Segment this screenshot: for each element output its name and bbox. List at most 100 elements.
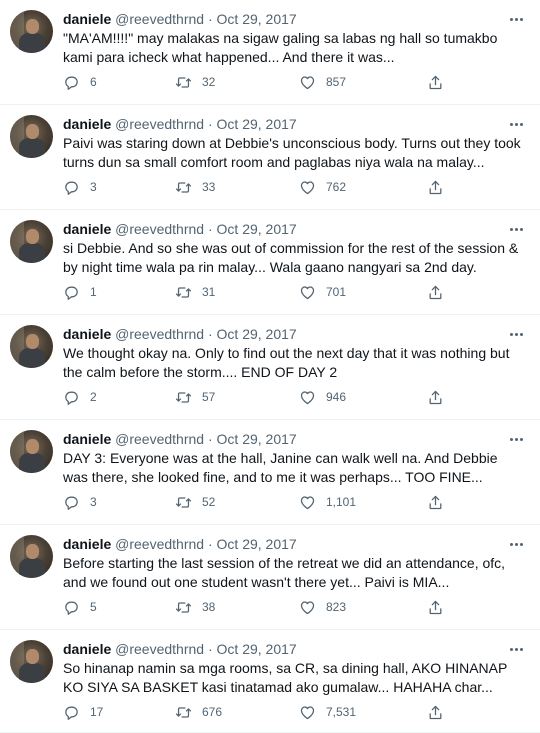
tweet-date[interactable]: Oct 29, 2017 <box>217 536 297 552</box>
heart-icon <box>300 285 315 299</box>
avatar[interactable] <box>10 220 53 263</box>
display-name[interactable]: daniele <box>63 641 111 657</box>
retweet-count: 676 <box>202 705 223 719</box>
tweet[interactable]: daniele @reevedthrnd · Oct 29, 2017 So h… <box>0 630 540 733</box>
reply-button[interactable]: 2 <box>63 388 97 406</box>
tweet[interactable]: daniele @reevedthrnd · Oct 29, 2017 si D… <box>0 210 540 315</box>
share-button[interactable] <box>427 493 444 511</box>
like-button[interactable]: 1,101 <box>299 493 356 511</box>
like-button[interactable]: 946 <box>299 388 346 406</box>
display-name[interactable]: daniele <box>63 536 111 552</box>
tweet[interactable]: daniele @reevedthrnd · Oct 29, 2017 Befo… <box>0 525 540 630</box>
share-icon <box>429 180 442 194</box>
tweet-actions: 6 32 857 <box>63 73 526 91</box>
more-icon[interactable] <box>506 640 526 658</box>
reply-count: 1 <box>90 285 97 299</box>
like-count: 701 <box>326 285 347 299</box>
tweet-text: So hinanap namin sa mga rooms, sa CR, sa… <box>63 660 508 695</box>
retweet-button[interactable]: 57 <box>175 388 215 406</box>
avatar[interactable] <box>10 10 53 53</box>
reply-icon <box>65 391 78 405</box>
share-button[interactable] <box>427 598 444 616</box>
more-icon[interactable] <box>506 430 526 448</box>
avatar[interactable] <box>10 535 53 578</box>
tweet-header: daniele @reevedthrnd · Oct 29, 2017 <box>63 430 526 448</box>
tweet-header: daniele @reevedthrnd · Oct 29, 2017 <box>63 535 526 553</box>
heart-icon <box>300 75 315 89</box>
tweet-date[interactable]: Oct 29, 2017 <box>217 221 297 237</box>
tweet-actions: 5 38 823 <box>63 598 526 616</box>
tweet-actions: 2 57 946 <box>63 388 526 406</box>
display-name[interactable]: daniele <box>63 431 111 447</box>
display-name[interactable]: daniele <box>63 221 111 237</box>
more-icon[interactable] <box>506 535 526 553</box>
tweet-date[interactable]: Oct 29, 2017 <box>217 11 297 27</box>
user-handle[interactable]: @reevedthrnd <box>115 326 204 342</box>
retweet-button[interactable]: 676 <box>175 703 222 721</box>
retweet-icon <box>175 76 192 88</box>
reply-button[interactable]: 3 <box>63 493 97 511</box>
avatar[interactable] <box>10 325 53 368</box>
reply-button[interactable]: 3 <box>63 178 97 196</box>
like-button[interactable]: 7,531 <box>299 703 356 721</box>
reply-button[interactable]: 1 <box>63 283 97 301</box>
like-button[interactable]: 857 <box>299 73 346 91</box>
share-button[interactable] <box>427 283 444 301</box>
tweet[interactable]: daniele @reevedthrnd · Oct 29, 2017 DAY … <box>0 420 540 525</box>
retweet-button[interactable]: 38 <box>175 598 215 616</box>
like-count: 762 <box>326 180 347 194</box>
share-button[interactable] <box>427 388 444 406</box>
display-name[interactable]: daniele <box>63 116 111 132</box>
user-handle[interactable]: @reevedthrnd <box>115 431 204 447</box>
retweet-button[interactable]: 33 <box>175 178 215 196</box>
reply-icon <box>65 76 78 90</box>
more-icon[interactable] <box>506 325 526 343</box>
user-handle[interactable]: @reevedthrnd <box>115 11 204 27</box>
user-handle[interactable]: @reevedthrnd <box>115 221 204 237</box>
separator-dot: · <box>207 326 213 342</box>
retweet-button[interactable]: 31 <box>175 283 215 301</box>
like-count: 946 <box>326 390 347 404</box>
tweet-header: daniele @reevedthrnd · Oct 29, 2017 <box>63 115 526 133</box>
reply-count: 3 <box>90 495 97 509</box>
display-name[interactable]: daniele <box>63 11 111 27</box>
tweet-date[interactable]: Oct 29, 2017 <box>217 116 297 132</box>
avatar[interactable] <box>10 640 53 683</box>
like-button[interactable]: 701 <box>299 283 346 301</box>
reply-icon <box>65 601 78 615</box>
tweet-header: daniele @reevedthrnd · Oct 29, 2017 <box>63 640 526 658</box>
tweet[interactable]: daniele @reevedthrnd · Oct 29, 2017 Paiv… <box>0 105 540 210</box>
more-icon[interactable] <box>506 10 526 28</box>
share-button[interactable] <box>427 73 444 91</box>
share-button[interactable] <box>427 703 444 721</box>
reply-button[interactable]: 5 <box>63 598 97 616</box>
user-handle[interactable]: @reevedthrnd <box>115 536 204 552</box>
reply-icon <box>65 706 78 720</box>
display-name[interactable]: daniele <box>63 326 111 342</box>
more-icon[interactable] <box>506 115 526 133</box>
retweet-button[interactable]: 52 <box>175 493 215 511</box>
tweet-date[interactable]: Oct 29, 2017 <box>217 641 297 657</box>
more-icon[interactable] <box>506 220 526 238</box>
heart-icon <box>300 495 315 509</box>
avatar[interactable] <box>10 430 53 473</box>
reply-icon <box>65 496 78 510</box>
user-handle[interactable]: @reevedthrnd <box>115 641 204 657</box>
like-count: 823 <box>326 600 347 614</box>
avatar[interactable] <box>10 115 53 158</box>
like-button[interactable]: 762 <box>299 178 346 196</box>
tweet[interactable]: daniele @reevedthrnd · Oct 29, 2017 "MA'… <box>0 0 540 105</box>
like-button[interactable]: 823 <box>299 598 346 616</box>
retweet-icon <box>175 286 192 298</box>
share-button[interactable] <box>427 178 444 196</box>
reply-count: 3 <box>90 180 97 194</box>
tweet-date[interactable]: Oct 29, 2017 <box>217 326 297 342</box>
tweet[interactable]: daniele @reevedthrnd · Oct 29, 2017 We t… <box>0 315 540 420</box>
reply-button[interactable]: 17 <box>63 703 103 721</box>
like-count: 7,531 <box>326 705 357 719</box>
retweet-count: 32 <box>202 75 216 89</box>
reply-button[interactable]: 6 <box>63 73 97 91</box>
retweet-button[interactable]: 32 <box>175 73 215 91</box>
user-handle[interactable]: @reevedthrnd <box>115 116 204 132</box>
tweet-date[interactable]: Oct 29, 2017 <box>217 431 297 447</box>
